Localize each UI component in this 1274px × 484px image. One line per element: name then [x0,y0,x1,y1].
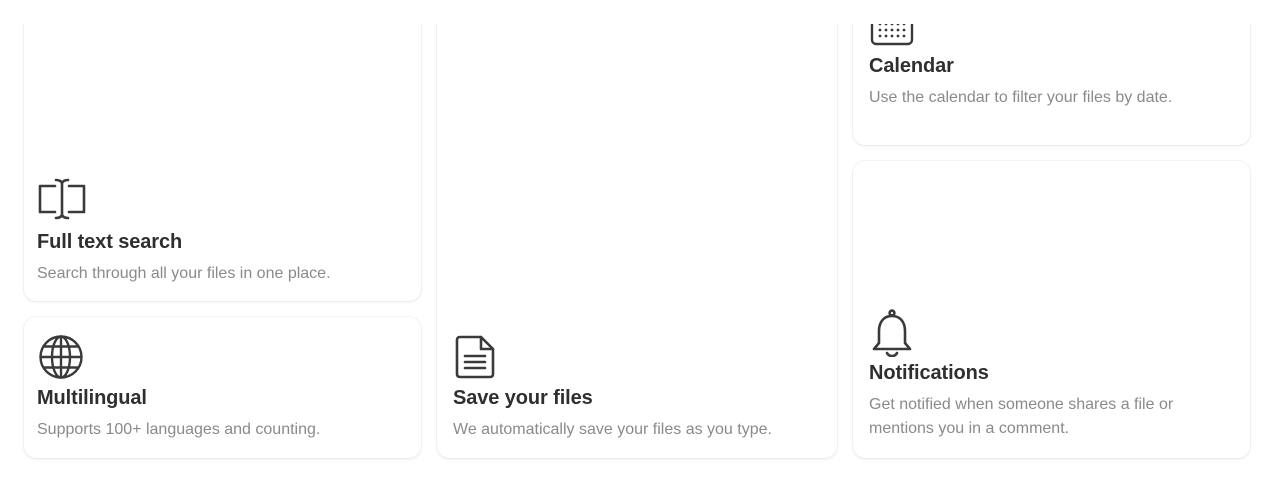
feature-card-notifications: Notifications Get notified when someone … [853,161,1250,458]
top-edge [0,0,1274,24]
feature-description: Search through all your files in one pla… [37,265,331,282]
feature-description: Get notified when someone shares a file … [869,396,1174,437]
feature-title: Multilingual [37,387,147,409]
feature-card-content: Notifications Get notified when someone … [869,309,1234,441]
feature-description: Supports 100+ languages and counting. [37,421,321,438]
feature-description: Use the calendar to filter your files by… [869,89,1173,106]
globe-icon [37,334,87,380]
feature-title: Save your files [453,387,593,409]
feature-card-save-your-files: Save your files We automatically save yo… [437,0,837,458]
bell-icon [869,309,919,357]
feature-card-content: Calendar Use the calendar to filter your… [869,2,1234,110]
feature-card-content: Multilingual Supports 100+ languages and… [37,334,405,442]
feature-description: We automatically save your files as you … [453,421,772,438]
feature-card-content: Full text search Search through all your… [37,178,405,286]
text-cursor-icon [37,178,87,224]
features-grid: Full text search Search through all your… [0,0,1274,484]
feature-card-multilingual: Multilingual Supports 100+ languages and… [24,317,421,458]
feature-card-full-text-search: Full text search Search through all your… [24,0,421,301]
feature-title: Notifications [869,362,989,384]
feature-card-content: Save your files We automatically save yo… [453,334,821,442]
feature-title: Calendar [869,55,954,77]
document-icon [453,334,503,380]
feature-title: Full text search [37,231,183,253]
